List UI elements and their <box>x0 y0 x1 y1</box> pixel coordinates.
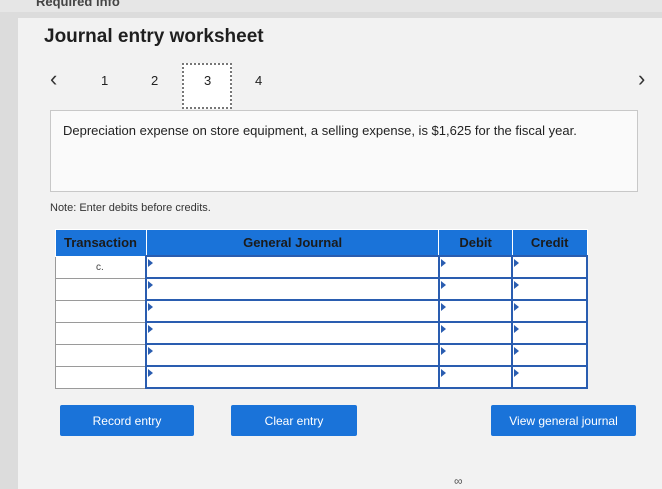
col-credit: Credit <box>511 229 588 257</box>
transaction-cell <box>55 299 147 323</box>
transaction-cell <box>55 321 147 345</box>
table-row <box>55 365 588 389</box>
transaction-cell <box>55 277 147 301</box>
record-entry-button[interactable]: Record entry <box>60 405 194 436</box>
required-info-label: Required info <box>36 0 120 9</box>
table-row <box>55 299 588 323</box>
credit-input[interactable] <box>511 343 588 367</box>
credit-input[interactable] <box>511 277 588 301</box>
chevron-left-icon[interactable]: ‹ <box>50 66 57 92</box>
page-title: Journal entry worksheet <box>44 26 264 47</box>
clear-entry-button[interactable]: Clear entry <box>231 405 357 436</box>
credit-input[interactable] <box>511 299 588 323</box>
account-input[interactable] <box>145 365 440 389</box>
entry-note: Note: Enter debits before credits. <box>50 202 211 214</box>
transaction-cell <box>55 343 147 367</box>
account-input[interactable] <box>145 321 440 345</box>
table-row <box>55 343 588 367</box>
debit-input[interactable] <box>437 343 514 367</box>
page-tab-2[interactable]: 2 <box>151 73 158 88</box>
page-tab-3-active[interactable]: 3 <box>182 63 232 109</box>
view-general-journal-button[interactable]: View general journal <box>491 405 636 436</box>
page-tab-1[interactable]: 1 <box>101 73 108 88</box>
account-input[interactable] <box>145 299 440 323</box>
account-input[interactable] <box>145 277 440 301</box>
transaction-description: Depreciation expense on store equipment,… <box>50 110 638 192</box>
credit-input[interactable] <box>511 365 588 389</box>
link-icon[interactable]: ∞ <box>454 474 463 488</box>
page-tab-3-label: 3 <box>204 73 212 88</box>
table-row <box>55 277 588 301</box>
table-row: c. <box>55 255 588 279</box>
journal-table: Transaction General Journal Debit Credit… <box>55 229 588 389</box>
transaction-cell: c. <box>55 255 147 279</box>
col-transaction: Transaction <box>55 229 147 257</box>
credit-input[interactable] <box>511 255 588 279</box>
debit-input[interactable] <box>437 365 514 389</box>
debit-input[interactable] <box>437 255 514 279</box>
page-tab-4[interactable]: 4 <box>255 73 262 88</box>
col-general-journal: General Journal <box>145 229 440 257</box>
debit-input[interactable] <box>437 277 514 301</box>
debit-input[interactable] <box>437 321 514 345</box>
top-bar: Required info <box>0 0 662 12</box>
credit-input[interactable] <box>511 321 588 345</box>
table-row <box>55 321 588 345</box>
transaction-cell <box>55 365 147 389</box>
debit-input[interactable] <box>437 299 514 323</box>
account-input[interactable] <box>145 255 440 279</box>
col-debit: Debit <box>438 229 513 257</box>
account-input[interactable] <box>145 343 440 367</box>
chevron-right-icon[interactable]: › <box>638 66 645 92</box>
